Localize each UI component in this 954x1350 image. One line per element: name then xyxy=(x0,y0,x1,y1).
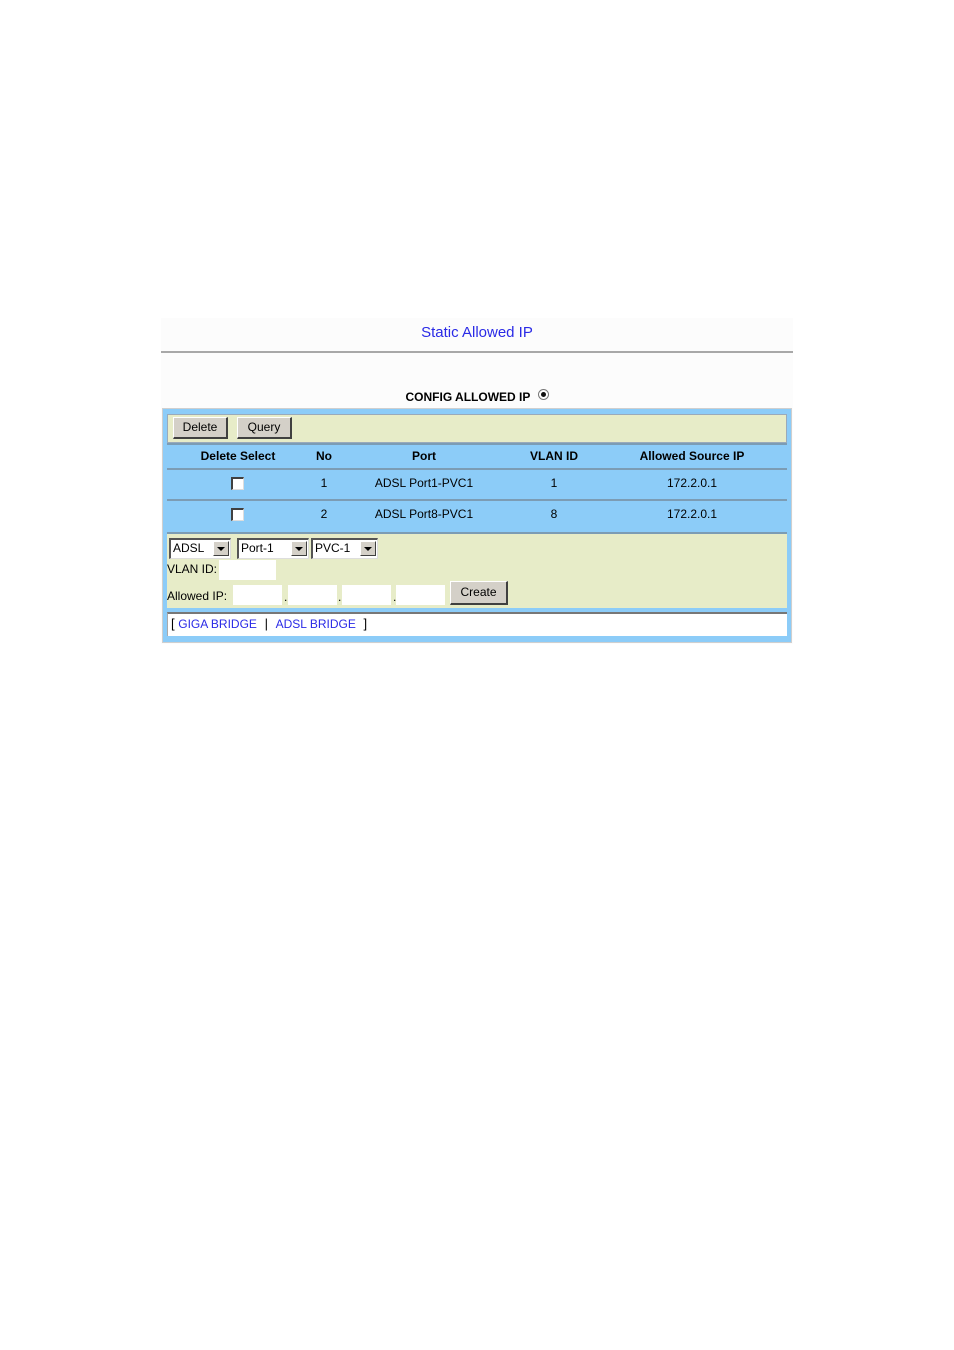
query-button[interactable]: Query xyxy=(237,417,292,439)
vlan-id-label: VLAN ID: xyxy=(167,562,218,576)
giga-bridge-link[interactable]: GIGA BRIDGE xyxy=(178,617,257,631)
ip-octet-3-input[interactable] xyxy=(342,585,391,605)
config-allowed-ip-label: CONFIG ALLOWED IP xyxy=(405,390,531,404)
ip-octet-2-input[interactable] xyxy=(288,585,337,605)
type-select[interactable]: ADSL xyxy=(169,538,231,559)
type-select-value: ADSL xyxy=(173,541,205,555)
bridge-nav: [ GIGA BRIDGE | ADSL BRIDGE ] xyxy=(167,612,787,636)
row-no: 1 xyxy=(320,476,328,490)
row-allowed-ip: 172.2.0.1 xyxy=(666,507,718,521)
col-allowed-source-ip: Allowed Source IP xyxy=(639,449,745,463)
port-select-value: Port-1 xyxy=(241,541,274,555)
row-no: 2 xyxy=(320,507,328,521)
create-form: ADSL Port-1 PVC-1 VLAN ID: Allowed IP: .… xyxy=(167,532,787,608)
allowed-ip-label: Allowed IP: xyxy=(167,589,228,603)
delete-select-checkbox[interactable] xyxy=(231,477,244,490)
ip-octet-1-input[interactable] xyxy=(233,585,282,605)
static-allowed-ip-page: Static Allowed IP CONFIG ALLOWED IP Dele… xyxy=(161,318,793,644)
ip-separator: . xyxy=(338,590,342,604)
config-allowed-ip-heading: CONFIG ALLOWED IP xyxy=(161,389,793,404)
col-vlan-id: VLAN ID xyxy=(530,449,578,463)
row-allowed-ip: 172.2.0.1 xyxy=(666,476,718,490)
table-row: 1 ADSL Port1-PVC1 1 172.2.0.1 xyxy=(167,468,787,499)
chevron-down-icon[interactable] xyxy=(360,541,376,556)
pvc-select[interactable]: PVC-1 xyxy=(311,538,378,559)
col-port: Port xyxy=(412,449,436,463)
open-bracket: [ xyxy=(171,616,175,631)
link-separator: | xyxy=(264,616,268,631)
title-divider xyxy=(161,351,793,353)
chevron-down-icon[interactable] xyxy=(291,541,307,556)
page-title: Static Allowed IP xyxy=(421,324,533,341)
adsl-bridge-link[interactable]: ADSL BRIDGE xyxy=(276,617,356,631)
delete-button[interactable]: Delete xyxy=(173,417,228,439)
vlan-id-input[interactable] xyxy=(219,560,276,580)
row-vlan-id: 8 xyxy=(550,507,558,521)
ip-separator: . xyxy=(284,590,288,604)
close-bracket: ] xyxy=(363,616,368,631)
row-vlan-id: 1 xyxy=(550,476,558,490)
pvc-select-value: PVC-1 xyxy=(315,541,351,555)
create-button[interactable]: Create xyxy=(450,581,508,605)
delete-select-checkbox[interactable] xyxy=(231,508,244,521)
col-no: No xyxy=(316,449,332,463)
row-port: ADSL Port1-PVC1 xyxy=(374,476,474,490)
config-radio-button[interactable] xyxy=(537,389,549,401)
row-port: ADSL Port8-PVC1 xyxy=(374,507,474,521)
col-delete-select: Delete Select xyxy=(200,449,276,463)
table-header: Delete Select No Port VLAN ID Allowed So… xyxy=(167,443,787,468)
toolbar: Delete Query xyxy=(167,414,787,443)
ip-octet-4-input[interactable] xyxy=(396,585,445,605)
table-row: 2 ADSL Port8-PVC1 8 172.2.0.1 xyxy=(167,499,787,532)
port-select[interactable]: Port-1 xyxy=(237,538,309,559)
chevron-down-icon[interactable] xyxy=(213,541,229,556)
allowed-ip-panel: Delete Query Delete Select No Port VLAN … xyxy=(162,408,792,643)
